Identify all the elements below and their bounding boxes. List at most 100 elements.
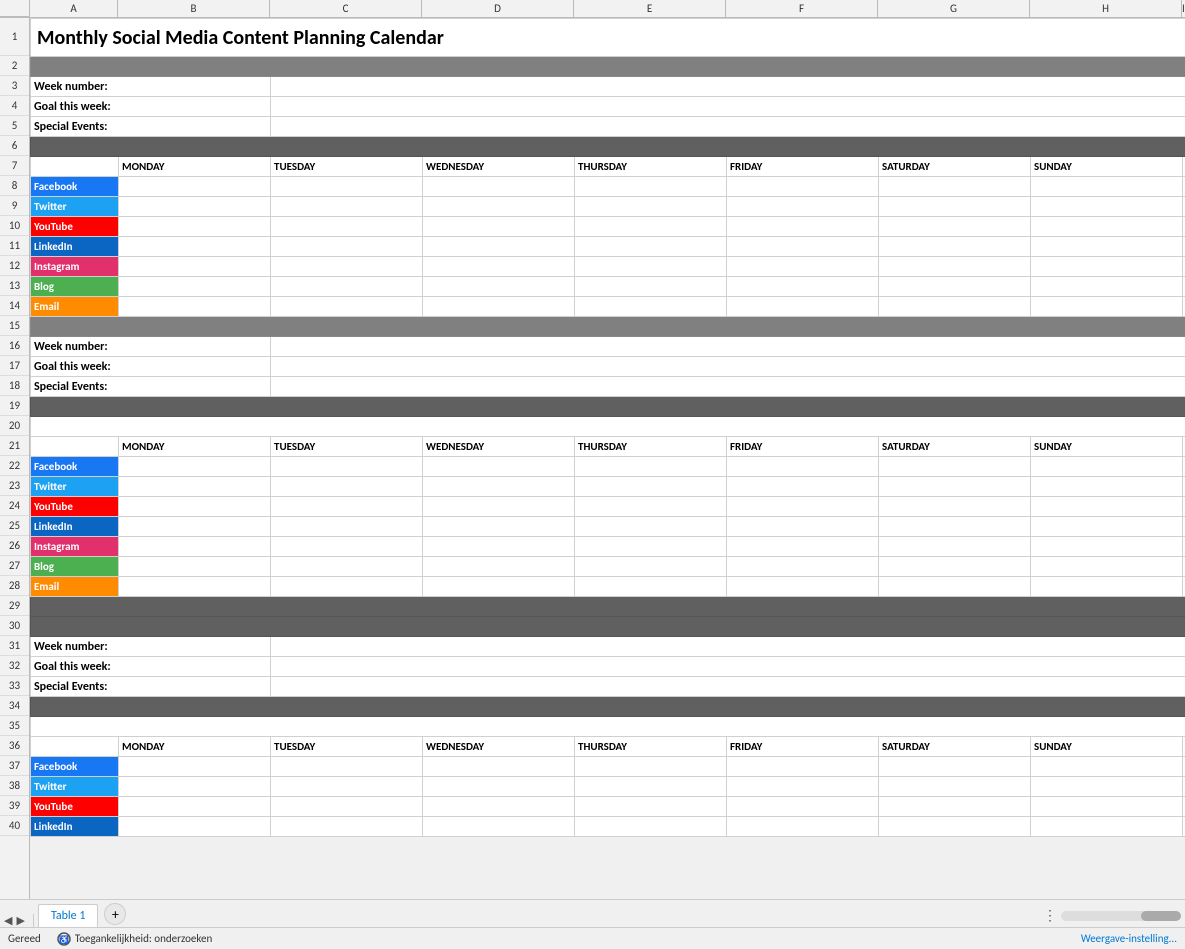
em2-tue[interactable] [271, 577, 423, 597]
em2-sun[interactable] [1031, 577, 1183, 597]
row-num-32[interactable]: 32 [0, 656, 29, 676]
linkedin-sat-1[interactable] [879, 237, 1031, 257]
col-header-d[interactable]: D [422, 0, 574, 17]
facebook-mon-1[interactable] [119, 177, 271, 197]
email-label-1[interactable]: Email [31, 297, 119, 317]
email-mon-1[interactable] [119, 297, 271, 317]
row-num-30[interactable]: 30 [0, 616, 29, 636]
li3-fri[interactable] [727, 817, 879, 837]
email-label-2[interactable]: Email [31, 577, 119, 597]
row-num-1[interactable]: 1 [0, 18, 29, 56]
li3-sat[interactable] [879, 817, 1031, 837]
nav-left-icon[interactable]: ◀ [4, 914, 12, 927]
twitter-wed-1[interactable] [423, 197, 575, 217]
li3-mon[interactable] [119, 817, 271, 837]
ig2-mon[interactable] [119, 537, 271, 557]
fb2-thu[interactable] [575, 457, 727, 477]
row-num-11[interactable]: 11 [0, 236, 29, 256]
linkedin-label-1[interactable]: LinkedIn [31, 237, 119, 257]
instagram-wed-1[interactable] [423, 257, 575, 277]
tw2-sun[interactable] [1031, 477, 1183, 497]
row-num-14[interactable]: 14 [0, 296, 29, 316]
row-num-12[interactable]: 12 [0, 256, 29, 276]
tw3-tue[interactable] [271, 777, 423, 797]
row-num-29[interactable]: 29 [0, 596, 29, 616]
li2-sun[interactable] [1031, 517, 1183, 537]
tw3-wed[interactable] [423, 777, 575, 797]
li2-tue[interactable] [271, 517, 423, 537]
youtube-thu-1[interactable] [575, 217, 727, 237]
blog-sun-1[interactable] [1031, 277, 1183, 297]
youtube-label-2[interactable]: YouTube [31, 497, 119, 517]
fb2-fri[interactable] [727, 457, 879, 477]
linkedin-wed-1[interactable] [423, 237, 575, 257]
blog-fri-1[interactable] [727, 277, 879, 297]
em2-sat[interactable] [879, 577, 1031, 597]
add-sheet-button[interactable]: + [104, 903, 126, 925]
blog-mon-1[interactable] [119, 277, 271, 297]
fb2-sat[interactable] [879, 457, 1031, 477]
instagram-sat-1[interactable] [879, 257, 1031, 277]
yt2-tue[interactable] [271, 497, 423, 517]
yt2-wed[interactable] [423, 497, 575, 517]
ig2-tue[interactable] [271, 537, 423, 557]
grid[interactable]: Monthly Social Media Content Planning Ca… [30, 18, 1185, 899]
twitter-sat-1[interactable] [879, 197, 1031, 217]
linkedin-label-3[interactable]: LinkedIn [31, 817, 119, 837]
blog-label-1[interactable]: Blog [31, 277, 119, 297]
row-num-21[interactable]: 21 [0, 436, 29, 456]
bl2-thu[interactable] [575, 557, 727, 577]
facebook-label-1[interactable]: Facebook [31, 177, 119, 197]
blog-sat-1[interactable] [879, 277, 1031, 297]
youtube-tue-1[interactable] [271, 217, 423, 237]
youtube-fri-1[interactable] [727, 217, 879, 237]
special-events-value-3[interactable] [271, 677, 1185, 697]
li3-sun[interactable] [1031, 817, 1183, 837]
row-num-35[interactable]: 35 [0, 716, 29, 736]
ig2-thu[interactable] [575, 537, 727, 557]
bl2-tue[interactable] [271, 557, 423, 577]
yt3-wed[interactable] [423, 797, 575, 817]
tw2-wed[interactable] [423, 477, 575, 497]
fb3-sun[interactable] [1031, 757, 1183, 777]
row-num-40[interactable]: 40 [0, 816, 29, 836]
week-number-value-3[interactable] [271, 637, 1185, 657]
fb3-wed[interactable] [423, 757, 575, 777]
instagram-tue-1[interactable] [271, 257, 423, 277]
row-num-20[interactable]: 20 [0, 416, 29, 436]
row-num-17[interactable]: 17 [0, 356, 29, 376]
youtube-label-3[interactable]: YouTube [31, 797, 119, 817]
yt2-mon[interactable] [119, 497, 271, 517]
horizontal-scrollbar-track[interactable] [1061, 911, 1181, 921]
li3-thu[interactable] [575, 817, 727, 837]
col-header-e[interactable]: E [574, 0, 726, 17]
facebook-sat-1[interactable] [879, 177, 1031, 197]
horizontal-scrollbar-thumb[interactable] [1141, 911, 1181, 921]
row-num-27[interactable]: 27 [0, 556, 29, 576]
email-sun-1[interactable] [1031, 297, 1183, 317]
yt3-mon[interactable] [119, 797, 271, 817]
blog-thu-1[interactable] [575, 277, 727, 297]
row-num-18[interactable]: 18 [0, 376, 29, 396]
linkedin-sun-1[interactable] [1031, 237, 1183, 257]
special-events-label-1[interactable]: Special Events: [31, 117, 271, 137]
instagram-label-1[interactable]: Instagram [31, 257, 119, 277]
blog-label-2[interactable]: Blog [31, 557, 119, 577]
goal-label-1[interactable]: Goal this week: [31, 97, 271, 117]
row-num-19[interactable]: 19 [0, 396, 29, 416]
row-num-33[interactable]: 33 [0, 676, 29, 696]
row-num-6[interactable]: 6 [0, 136, 29, 156]
email-thu-1[interactable] [575, 297, 727, 317]
tw3-fri[interactable] [727, 777, 879, 797]
fb2-tue[interactable] [271, 457, 423, 477]
em2-thu[interactable] [575, 577, 727, 597]
email-sat-1[interactable] [879, 297, 1031, 317]
facebook-tue-1[interactable] [271, 177, 423, 197]
li2-fri[interactable] [727, 517, 879, 537]
tw3-sun[interactable] [1031, 777, 1183, 797]
row-num-23[interactable]: 23 [0, 476, 29, 496]
bl2-sat[interactable] [879, 557, 1031, 577]
li3-tue[interactable] [271, 817, 423, 837]
row-num-2[interactable]: 2 [0, 56, 29, 76]
fb2-mon[interactable] [119, 457, 271, 477]
